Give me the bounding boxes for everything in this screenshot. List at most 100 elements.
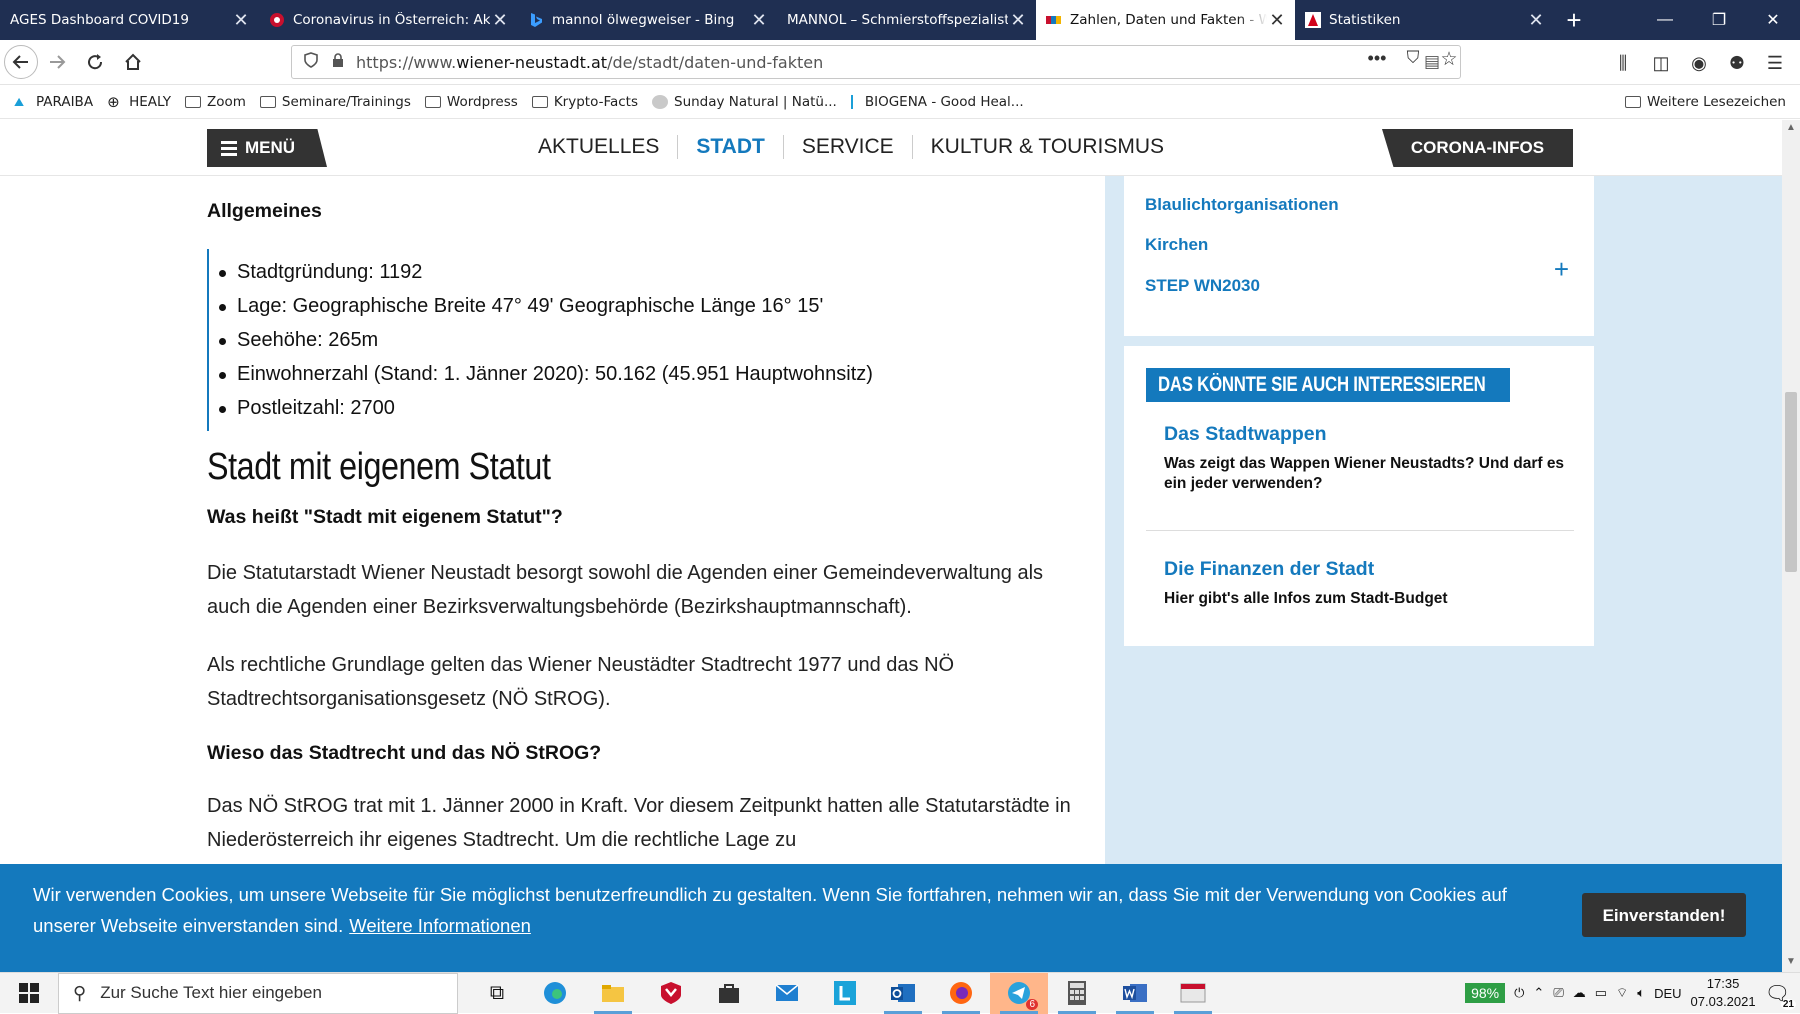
article-description: Was zeigt das Wappen Wiener Neustadts? U… [1164,455,1565,492]
home-button[interactable] [114,43,152,81]
pdf-viewer-icon[interactable] [1164,973,1222,1014]
edge-icon[interactable] [526,973,584,1014]
window-controls: — ❐ ✕ [1638,0,1800,40]
file-explorer-icon[interactable] [584,973,642,1014]
sidebar-link-step[interactable]: STEP WN2030 [1145,276,1260,296]
task-view-icon[interactable]: ⧉ [468,973,526,1014]
close-window-icon[interactable]: ✕ [1746,0,1800,40]
bookmark-krypto[interactable]: Krypto-Facts [531,94,638,110]
related-article-stadtwappen[interactable]: Das Stadtwappen Was zeigt das Wappen Wie… [1164,423,1574,494]
app-l-icon[interactable] [816,973,874,1014]
clock-date: 07.03.2021 [1690,994,1756,1009]
star-icon[interactable]: ☆ [1434,48,1464,71]
power-plug-icon[interactable]: ⏻ [1514,985,1524,1001]
list-item: Postleitzahl: 2700 [219,391,1027,425]
tab-mannol[interactable]: MANNOL – Schmierstoffspezialist ✕ [777,0,1036,40]
telegram-icon[interactable]: 6 [990,972,1048,1014]
shield-icon[interactable] [304,52,318,72]
sidebar-link-kirchen[interactable]: Kirchen [1145,235,1208,255]
article-title[interactable]: Das Stadtwappen [1164,423,1574,446]
menu-button[interactable]: MENÜ [207,129,327,167]
nav-kultur-tourismus[interactable]: KULTUR & TOURISMUS [913,135,1182,159]
tab-statistiken[interactable]: Statistiken ✕ [1295,0,1554,40]
mail-icon[interactable] [758,973,816,1014]
address-bar[interactable]: https://www.wiener-neustadt.at/de/stadt/… [291,45,1461,79]
hamburger-menu-icon[interactable]: ☰ [1760,48,1790,78]
scrollbar-thumb[interactable] [1785,392,1797,572]
corona-infos-button[interactable]: CORONA-INFOS [1382,129,1573,167]
nav-stadt[interactable]: STADT [678,135,784,159]
nav-service[interactable]: SERVICE [784,135,913,159]
tab-coronavirus[interactable]: Coronavirus in Österreich: Aktu ✕ [259,0,518,40]
firefox-icon[interactable] [932,973,990,1014]
library-icon[interactable]: ⫼ [1608,48,1638,78]
minimize-icon[interactable]: — [1638,0,1692,40]
tab-bing[interactable]: mannol ölwegweiser - Bing ✕ [518,0,777,40]
lock-icon[interactable] [332,52,344,72]
word-icon[interactable] [1106,973,1164,1014]
bookmark-label: Weitere Lesezeichen [1647,94,1786,110]
new-tab-button[interactable]: + [1554,0,1594,40]
bing-icon [528,12,544,28]
facts-list: Stadtgründung: 1192 Lage: Geographische … [207,249,1027,431]
sidebar-icon[interactable]: ◫ [1646,48,1676,78]
bookmark-label: Wordpress [446,94,518,110]
extensions-icon[interactable]: ⚉ [1722,48,1752,78]
close-icon[interactable]: ✕ [749,10,769,31]
page-scrollbar[interactable]: ▲ ▼ [1782,120,1800,972]
tab-zahlen-daten-fakten[interactable]: Zahlen, Daten und Fakten - Wi ✕ [1036,0,1295,40]
calculator-icon[interactable] [1048,973,1106,1014]
bookmark-seminare[interactable]: Seminare/Trainings [259,94,411,110]
store-icon[interactable] [700,973,758,1014]
taskbar-search[interactable]: ⚲ Zur Suche Text hier eingeben [58,972,458,1014]
close-icon[interactable]: ✕ [1008,10,1028,31]
account-icon[interactable]: ◉ [1684,48,1714,78]
bookmark-other[interactable]: Weitere Lesezeichen [1625,94,1786,110]
article-title[interactable]: Die Finanzen der Stadt [1164,558,1574,581]
bookmark-zoom[interactable]: Zoom [184,94,246,110]
close-icon[interactable]: ✕ [231,10,251,31]
more-icon[interactable]: ••• [1362,48,1392,71]
clock[interactable]: 17:35 07.03.2021 [1691,975,1756,1011]
restore-icon[interactable]: ❐ [1692,0,1746,40]
back-button[interactable] [4,45,38,79]
related-article-finanzen[interactable]: Die Finanzen der Stadt Hier gibt's alle … [1164,558,1574,609]
meet-icon[interactable]: ⎚ [1553,985,1563,1001]
pocket-icon[interactable]: ⛉ [1398,48,1428,71]
forward-button[interactable] [38,43,76,81]
scroll-down-icon[interactable]: ▼ [1782,956,1800,970]
wifi-icon[interactable]: ⌔ [1616,985,1628,1001]
start-button[interactable] [0,973,58,1014]
bookmark-wordpress[interactable]: Wordpress [424,94,518,110]
close-icon[interactable]: ✕ [490,10,510,31]
close-icon[interactable]: ✕ [1526,10,1546,31]
cookie-more-info-link[interactable]: Weitere Informationen [349,915,531,936]
language-indicator[interactable]: DEU [1654,986,1681,1001]
close-icon[interactable]: ✕ [1267,10,1287,31]
nav-aktuelles[interactable]: AKTUELLES [520,135,679,159]
bookmark-biogena[interactable]: BIOGENA - Good Heal... [850,94,1024,110]
cookie-accept-button[interactable]: Einverstanden! [1582,893,1746,937]
bookmark-paraiba[interactable]: ⛰ PARAIBA [14,94,93,110]
volume-icon[interactable]: 🔈︎ [1637,985,1645,1001]
reload-button[interactable] [76,43,114,81]
biogena-icon [850,95,859,109]
tab-title: MANNOL – Schmierstoffspezialist [787,12,1008,28]
mcafee-icon[interactable] [642,973,700,1014]
sidebar-link-blaulicht[interactable]: Blaulichtorganisationen [1145,195,1339,215]
expand-plus-icon[interactable]: + [1554,254,1569,285]
bookmark-sunday-natural[interactable]: Sunday Natural | Natü... [652,94,837,110]
battery-level[interactable]: 98% [1465,983,1506,1003]
url-text[interactable]: https://www.wiener-neustadt.at/de/stadt/… [356,53,823,72]
scroll-up-icon[interactable]: ▲ [1782,122,1800,136]
battery-icon[interactable]: ▭ [1595,985,1607,1001]
onedrive-icon[interactable]: ☁ [1573,985,1586,1001]
list-item: Einwohnerzahl (Stand: 1. Jänner 2020): 5… [219,357,1027,391]
bookmark-healy[interactable]: ⊕ HEALY [107,94,171,110]
reload-icon [88,54,103,70]
notification-icon[interactable]: 🗨︎ 21 [1765,981,1796,1010]
windows-logo-icon [19,983,39,1003]
tab-ages-dashboard[interactable]: AGES Dashboard COVID19 ✕ [0,0,259,40]
outlook-icon[interactable] [874,973,932,1014]
chevron-up-icon[interactable]: ⌃ [1533,985,1544,1001]
